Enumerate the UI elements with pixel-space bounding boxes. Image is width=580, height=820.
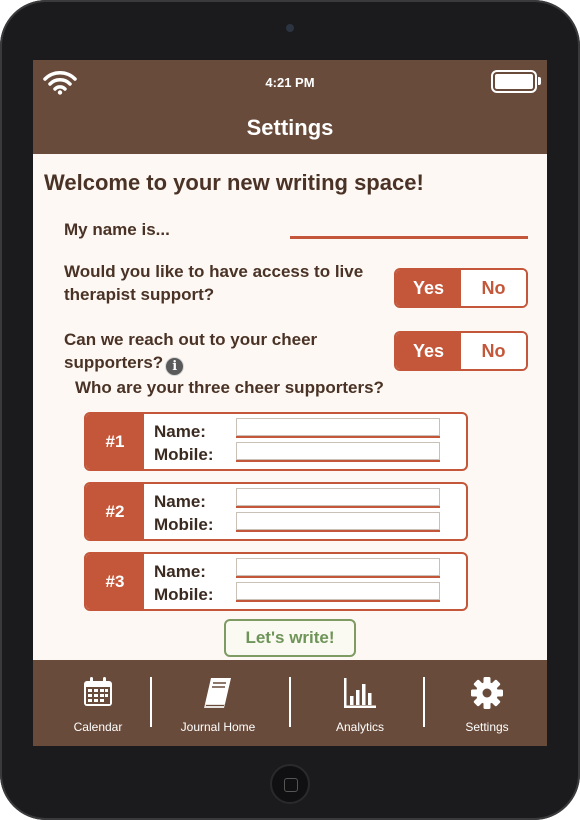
gear-icon [471,677,503,709]
cheer-no-button[interactable]: No [461,333,526,369]
supporter-mobile-input[interactable] [236,442,440,460]
page-title: Settings [246,115,334,140]
status-time: 4:21 PM [265,75,315,90]
supporter-name-input[interactable] [236,558,440,576]
tab-label: Journal Home [180,720,256,734]
supporter-card: #3 Name: Mobile: [84,552,468,611]
supporter-card: #1 Name: Mobile: [84,412,468,471]
app-header: 4:21 PM Settings [33,60,547,154]
calendar-icon [84,677,112,706]
tab-analytics[interactable]: Analytics [315,660,405,746]
camera-icon [286,24,294,32]
cheer-toggle[interactable]: Yes No [394,331,528,371]
tab-label: Calendar [73,720,123,734]
tab-calendar[interactable]: Calendar [58,660,138,746]
supporter-mobile-label: Mobile: [154,515,214,534]
supporter-number: #1 [86,414,144,469]
battery-icon [491,70,541,93]
supporter-name-label: Name: [154,492,206,511]
supporter-mobile-input[interactable] [236,512,440,530]
tab-label: Settings [465,720,509,734]
cheer-yes-button[interactable]: Yes [396,333,461,369]
supporter-name-label: Name: [154,562,206,581]
supporter-number: #3 [86,554,144,609]
cheer-question: Can we reach out to your cheer supporter… [64,328,384,376]
supporter-name-input[interactable] [236,488,440,506]
supporters-heading: Who are your three cheer supporters? [75,378,384,397]
therapist-toggle[interactable]: Yes No [394,268,528,308]
supporter-name-label: Name: [154,422,206,441]
name-label: My name is... [64,220,170,239]
therapist-question: Would you like to have access to live th… [64,262,364,304]
tab-divider [423,677,425,727]
tab-divider [289,677,291,727]
therapist-yes-button[interactable]: Yes [396,270,461,306]
supporter-mobile-input[interactable] [236,582,440,600]
supporter-number: #2 [86,484,144,539]
supporter-name-input[interactable] [236,418,440,436]
home-button[interactable] [270,764,310,804]
supporter-card: #2 Name: Mobile: [84,482,468,541]
name-input[interactable] [290,236,528,239]
settings-form: Welcome to your new writing space! My na… [33,154,547,660]
supporter-mobile-label: Mobile: [154,445,214,464]
info-icon[interactable]: i [165,357,185,376]
tab-bar: Calendar Journal Home Analytics Settings [33,660,547,746]
tab-journal-home[interactable]: Journal Home [163,660,273,746]
tab-settings[interactable]: Settings [447,660,527,746]
cheer-question-text: Can we reach out to your cheer supporter… [64,330,318,372]
tablet-frame: 4:21 PM Settings Welcome to your new wri… [0,0,580,820]
supporter-mobile-label: Mobile: [154,585,214,604]
tab-divider [150,677,152,727]
app-screen: 4:21 PM Settings Welcome to your new wri… [33,60,547,746]
therapist-no-button[interactable]: No [461,270,526,306]
journal-icon [204,678,231,708]
tab-label: Analytics [335,720,385,734]
welcome-heading: Welcome to your new writing space! [44,170,424,195]
lets-write-button[interactable]: Let's write! [224,619,356,657]
analytics-icon [344,678,376,708]
